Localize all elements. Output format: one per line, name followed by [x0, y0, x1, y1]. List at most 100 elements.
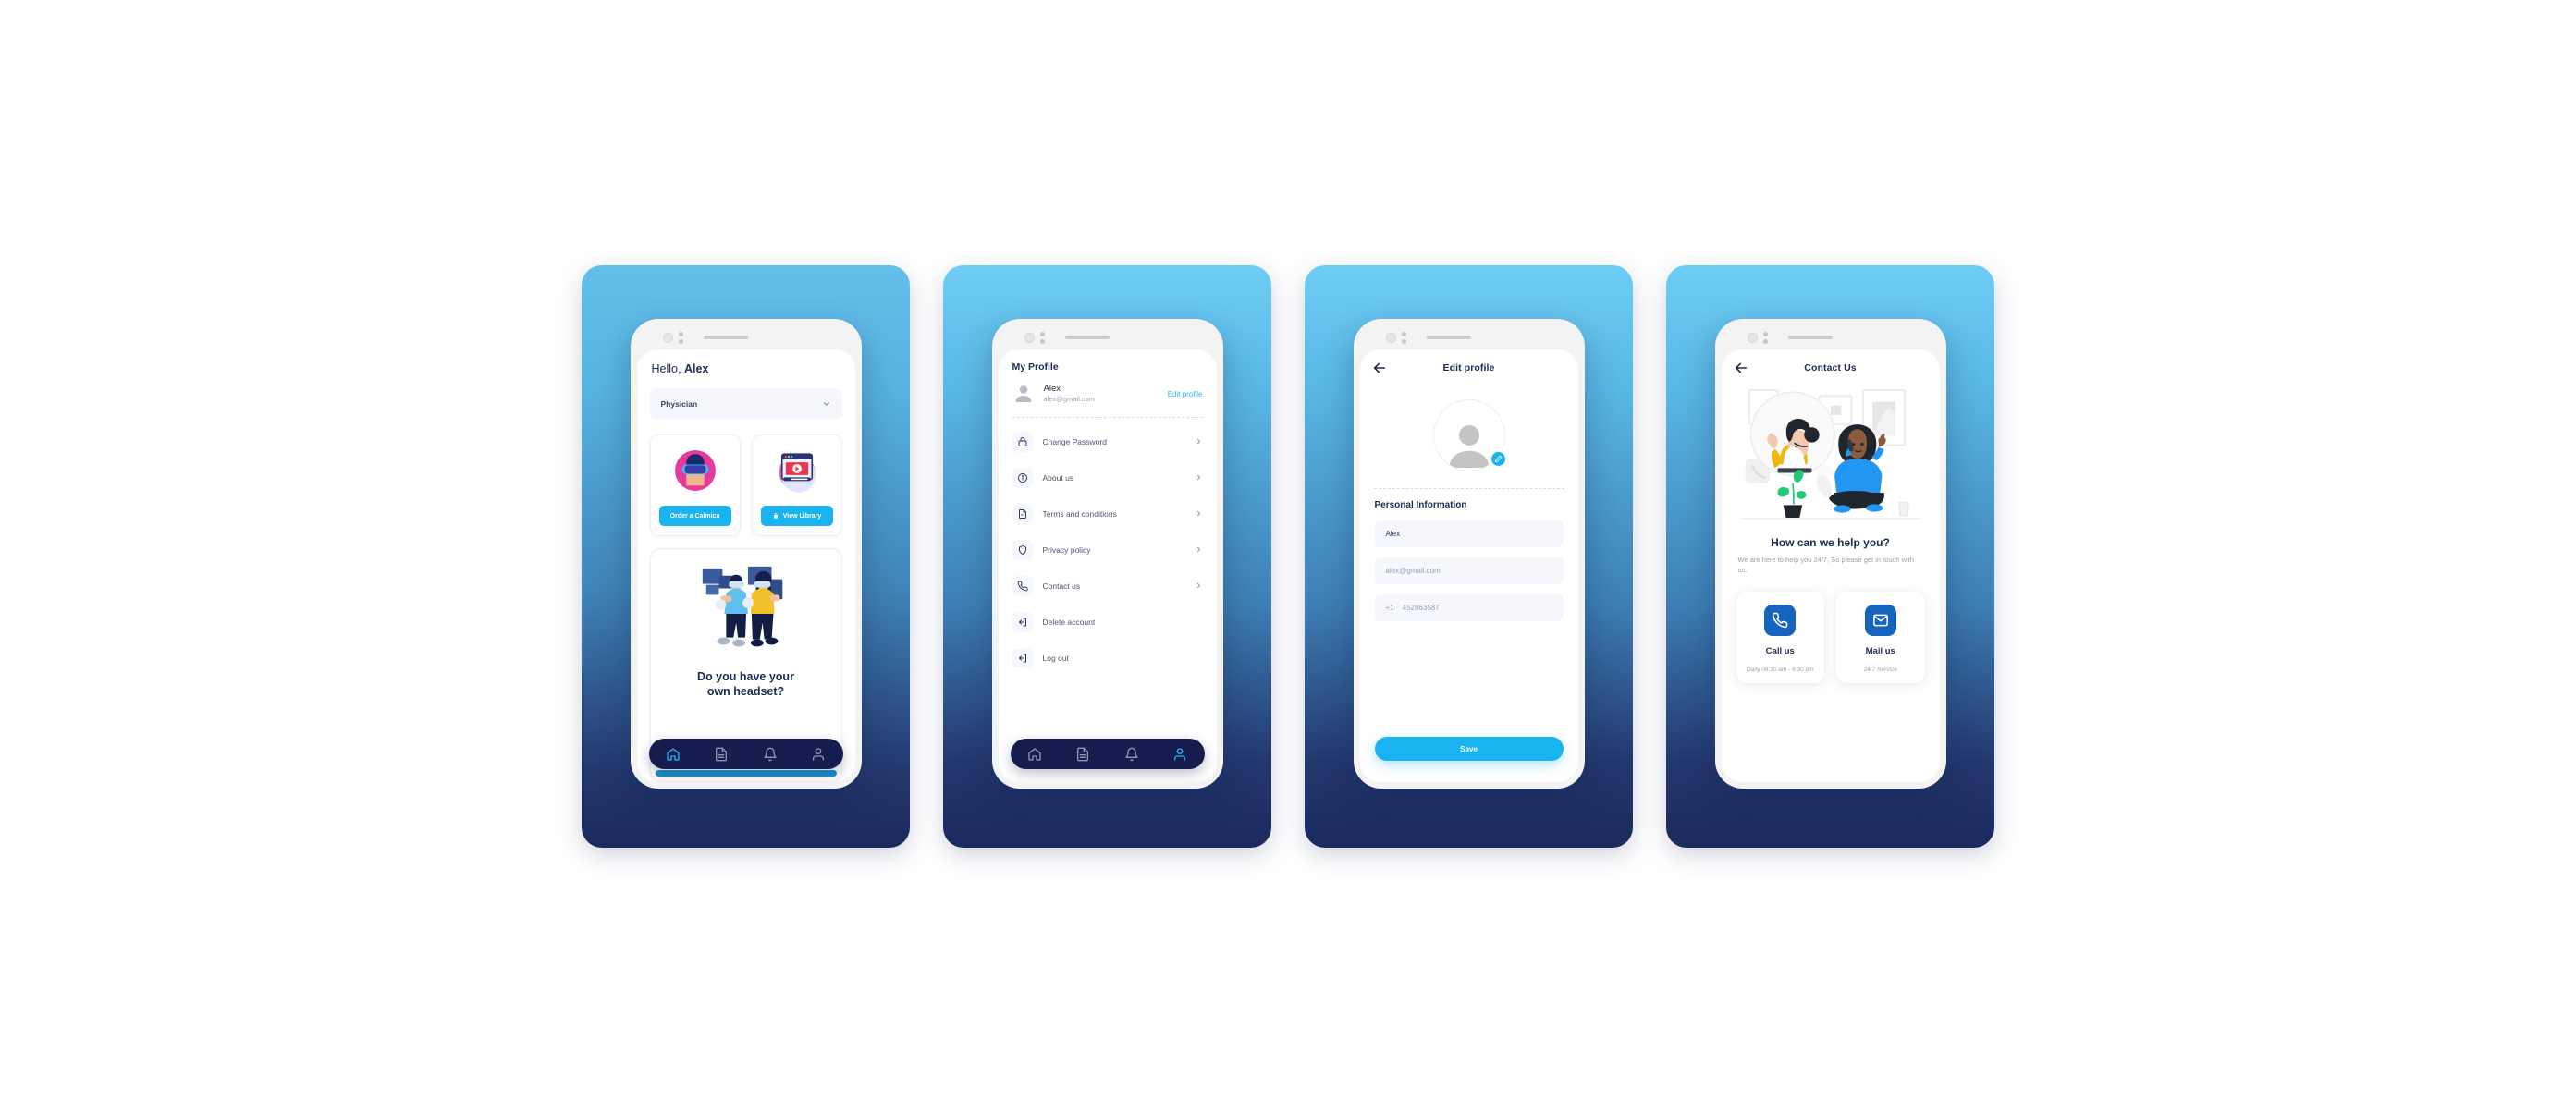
menu-item-change-password[interactable]: Change Password [999, 423, 1217, 459]
mail-icon [1864, 604, 1896, 636]
role-select[interactable]: Physician [649, 388, 842, 420]
pencil-icon[interactable] [1489, 450, 1507, 468]
tab-bell-icon[interactable] [1124, 747, 1139, 762]
profile-summary-row: Alex alex@gmail.com Edit profile [999, 373, 1217, 417]
lock-icon [773, 513, 778, 519]
phone-topbar [1722, 325, 1940, 349]
earpiece-speaker [1426, 336, 1471, 339]
back-arrow-icon[interactable] [1372, 361, 1387, 375]
tab-bell-icon[interactable] [763, 747, 778, 762]
edit-profile-link[interactable]: Edit profile [1168, 390, 1203, 398]
promo-title-line2: own headset? [706, 684, 785, 698]
menu-item-label: Delete account [1042, 617, 1096, 627]
mail-us-card[interactable]: Mail us 24/7 Service [1836, 591, 1925, 683]
promo-title: Do you have your own headset? [697, 670, 794, 699]
page-title: Edit profile [1442, 361, 1495, 373]
greeting-text: Hello, Alex [637, 349, 855, 375]
greeting-prefix: Hello, [651, 362, 684, 375]
tab-document-icon[interactable] [1075, 747, 1090, 762]
tab-home-icon[interactable] [1027, 747, 1042, 762]
profile-identity: Alex alex@gmail.com [1044, 384, 1096, 405]
tile-order-calmica[interactable]: Order a Calmica [649, 434, 741, 536]
panel-home: Hello, Alex Physician Order a Calmica Vi… [582, 265, 910, 848]
chevron-down-icon [823, 402, 829, 406]
tile-view-library[interactable]: View Library [751, 434, 842, 536]
profile-menu: Change Password About us Terms and condi… [999, 418, 1217, 676]
bottom-tabbar-profile [1010, 739, 1205, 769]
menu-item-label: Terms and conditions [1042, 508, 1117, 519]
sensor-dots-icon [1039, 331, 1045, 344]
order-calmica-label: Order a Calmica [669, 512, 720, 520]
menu-item-contact-us[interactable]: Contact us [999, 568, 1217, 604]
tab-person-icon[interactable] [811, 747, 826, 762]
chevron-right-icon [1196, 582, 1200, 589]
back-arrow-icon[interactable] [1734, 361, 1748, 375]
sensor-dots-icon [1762, 331, 1768, 344]
menu-item-label: Change Password [1042, 436, 1107, 446]
view-library-label: View Library [782, 512, 822, 520]
camera-lens-icon [1024, 332, 1035, 343]
phone-field[interactable]: +1 452863587 [1374, 594, 1564, 621]
camera-lens-icon [662, 332, 673, 343]
phone-mockup-profile: My Profile Alex alex@gmail.com Edit prof… [991, 319, 1223, 789]
view-library-button[interactable]: View Library [760, 506, 833, 526]
screen-header: Contact Us [1722, 349, 1940, 379]
info-circle-icon [1012, 467, 1033, 488]
earpiece-speaker [703, 336, 748, 339]
menu-item-about-us[interactable]: About us [999, 459, 1217, 495]
call-us-card[interactable]: Call us Daily 09:30 am - 6:30 pm [1736, 591, 1824, 683]
section-title: Personal Information [1374, 500, 1467, 510]
bottom-tabbar-home [648, 739, 843, 769]
contact-us-screen: Contact Us How can we help you? We are h… [1721, 349, 1940, 782]
home-indicator-bar [655, 770, 837, 777]
home-screen: Hello, Alex Physician Order a Calmica Vi… [636, 349, 855, 782]
menu-item-label: Privacy policy [1042, 544, 1091, 555]
full-name-field[interactable]: Alex [1374, 520, 1564, 547]
email-field[interactable]: alex@gmail.com [1374, 557, 1564, 584]
tab-home-icon[interactable] [666, 747, 681, 762]
phone-mockup-edit-profile: Edit profile Personal Information Alex a… [1353, 319, 1585, 789]
profile-email: alex@gmail.com [1043, 395, 1096, 404]
tab-document-icon[interactable] [714, 747, 729, 762]
logout-icon [1012, 647, 1033, 668]
mail-us-label: Mail us [1865, 645, 1895, 656]
country-code: +1 [1385, 604, 1394, 612]
role-select-value: Physician [660, 399, 698, 409]
menu-item-log-out[interactable]: Log out [999, 640, 1217, 676]
panel-my-profile: My Profile Alex alex@gmail.com Edit prof… [943, 265, 1271, 848]
earpiece-speaker [1064, 336, 1110, 339]
menu-item-label: Log out [1042, 653, 1069, 663]
promo-title-line1: Do you have your [697, 670, 794, 683]
tab-person-icon[interactable] [1172, 747, 1187, 762]
help-heading: How can we help you? [1771, 536, 1890, 549]
video-player-window-icon [773, 446, 821, 495]
two-people-vr-icon [692, 561, 801, 659]
phone-topbar [1360, 325, 1578, 349]
menu-item-terms-and-conditions[interactable]: Terms and conditions [999, 495, 1217, 532]
person-avatar-icon [1015, 385, 1031, 402]
phone-mockup-contact-us: Contact Us How can we help you? We are h… [1714, 319, 1946, 789]
earpiece-speaker [1787, 336, 1833, 339]
save-button[interactable]: Save [1374, 737, 1564, 761]
menu-item-delete-account[interactable]: Delete account [999, 604, 1217, 640]
screens-stage: Hello, Alex Physician Order a Calmica Vi… [0, 0, 2576, 1113]
help-subtext: We are here to help you 24/7, So please … [1737, 556, 1914, 574]
phone-topbar [637, 325, 855, 349]
document-icon [1012, 503, 1033, 524]
menu-item-privacy-policy[interactable]: Privacy policy [999, 532, 1217, 568]
panel-edit-profile: Edit profile Personal Information Alex a… [1305, 265, 1633, 848]
phone-mockup-home: Hello, Alex Physician Order a Calmica Vi… [630, 319, 862, 789]
chevron-right-icon [1196, 438, 1200, 445]
menu-item-label: About us [1042, 472, 1074, 483]
action-tiles: Order a Calmica View Library [649, 434, 842, 536]
greeting-name: Alex [683, 362, 709, 375]
camera-lens-icon [1747, 332, 1758, 343]
logout-icon [1012, 611, 1033, 632]
chevron-right-icon [1196, 546, 1200, 553]
phone-topbar [999, 325, 1217, 349]
full-name-value: Alex [1385, 530, 1401, 538]
avatar-editor [1360, 379, 1578, 488]
panel-contact-us: Contact Us How can we help you? We are h… [1666, 265, 1994, 848]
shield-icon [1012, 539, 1033, 560]
order-calmica-button[interactable]: Order a Calmica [658, 506, 731, 526]
